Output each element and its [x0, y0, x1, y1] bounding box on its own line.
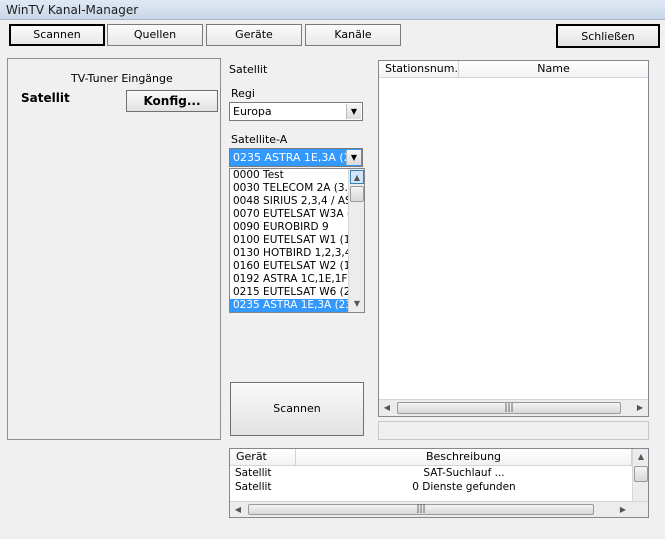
- window-title: WinTV Kanal-Manager: [6, 3, 139, 17]
- tuner-inputs-heading: TV-Tuner Eingänge: [71, 72, 173, 85]
- title-bar: WinTV Kanal-Manager: [0, 0, 665, 20]
- arrow-down-icon[interactable]: ▼: [350, 297, 364, 311]
- chevron-down-icon[interactable]: ▼: [346, 104, 361, 119]
- log-vscrollbar[interactable]: ▲: [632, 449, 648, 501]
- scroll-thumb[interactable]: [634, 466, 648, 482]
- list-item[interactable]: 0160 EUTELSAT W2 (1: [230, 260, 348, 273]
- scroll-thumb[interactable]: [350, 186, 364, 202]
- log-hscrollbar[interactable]: ◀ ||| ▶: [230, 501, 648, 517]
- column-header-device[interactable]: Gerät: [230, 449, 296, 466]
- list-item[interactable]: 0130 HOTBIRD 1,2,3,4,: [230, 247, 348, 260]
- stations-table[interactable]: Stationsnum... Name ◀ ||| ▶: [378, 60, 649, 417]
- log-row-description: 0 Dienste gefunden: [412, 481, 516, 493]
- column-header-name[interactable]: Name: [459, 61, 648, 78]
- tab-scannen[interactable]: Scannen: [9, 24, 105, 46]
- scroll-thumb[interactable]: |||: [397, 402, 621, 414]
- arrow-up-icon[interactable]: ▲: [350, 170, 364, 184]
- list-item[interactable]: 0048 SIRIUS 2,3,4 / AS: [230, 195, 348, 208]
- list-item[interactable]: 0100 EUTELSAT W1 (1: [230, 234, 348, 247]
- scroll-thumb[interactable]: |||: [248, 504, 594, 515]
- column-header-station-number[interactable]: Stationsnum...: [379, 61, 465, 78]
- satellite-select[interactable]: 0235 ASTRA 1E,3A (23 ▼: [229, 148, 363, 167]
- tuner-inputs-panel: [7, 58, 221, 440]
- arrow-up-icon[interactable]: ▲: [634, 450, 648, 464]
- list-item[interactable]: 0192 ASTRA 1C,1E,1F,1: [230, 273, 348, 286]
- arrow-left-icon[interactable]: ◀: [380, 401, 394, 415]
- arrow-right-icon[interactable]: ▶: [633, 401, 647, 415]
- status-field: [378, 421, 649, 440]
- stations-hscrollbar[interactable]: ◀ ||| ▶: [379, 399, 648, 416]
- region-label: Regi: [231, 87, 255, 100]
- satellite-section-label: Satellit: [229, 63, 268, 76]
- list-item[interactable]: 0000 Test: [230, 169, 348, 182]
- list-item[interactable]: 0215 EUTELSAT W6 (2: [230, 286, 348, 299]
- satellite-list-scrollbar[interactable]: ▲ ▼: [348, 169, 364, 312]
- log-row-device: Satellit: [235, 481, 272, 493]
- list-item-selected[interactable]: 0235 ASTRA 1E,3A (23: [230, 299, 348, 312]
- list-item[interactable]: 0070 EUTELSAT W3A (: [230, 208, 348, 221]
- tab-quellen[interactable]: Quellen: [107, 24, 203, 46]
- config-button[interactable]: Konfig...: [126, 90, 218, 112]
- satellite-value: 0235 ASTRA 1E,3A (23: [233, 151, 358, 164]
- list-item[interactable]: 0090 EUROBIRD 9: [230, 221, 348, 234]
- satellite-a-label: Satellite-A: [231, 133, 288, 146]
- column-header-description[interactable]: Beschreibung: [296, 449, 632, 466]
- log-table[interactable]: Gerät Beschreibung Satellit SAT-Suchlauf…: [229, 448, 649, 518]
- arrow-right-icon[interactable]: ▶: [616, 503, 630, 517]
- tab-kanaele[interactable]: Kanäle: [305, 24, 401, 46]
- chevron-down-icon[interactable]: ▼: [346, 150, 361, 165]
- tab-geraete[interactable]: Geräte: [206, 24, 302, 46]
- log-row-description: SAT-Suchlauf ...: [423, 467, 505, 479]
- arrow-left-icon[interactable]: ◀: [231, 503, 245, 517]
- list-item[interactable]: 0030 TELECOM 2A (3.0: [230, 182, 348, 195]
- source-label: Satellit: [21, 91, 70, 105]
- satellite-list[interactable]: 0000 Test 0030 TELECOM 2A (3.0 0048 SIRI…: [229, 168, 365, 313]
- region-select[interactable]: Europa ▼: [229, 102, 363, 121]
- log-row-device: Satellit: [235, 467, 272, 479]
- region-value: Europa: [233, 105, 272, 118]
- close-button[interactable]: Schließen: [556, 24, 660, 48]
- scan-button[interactable]: Scannen: [230, 382, 364, 436]
